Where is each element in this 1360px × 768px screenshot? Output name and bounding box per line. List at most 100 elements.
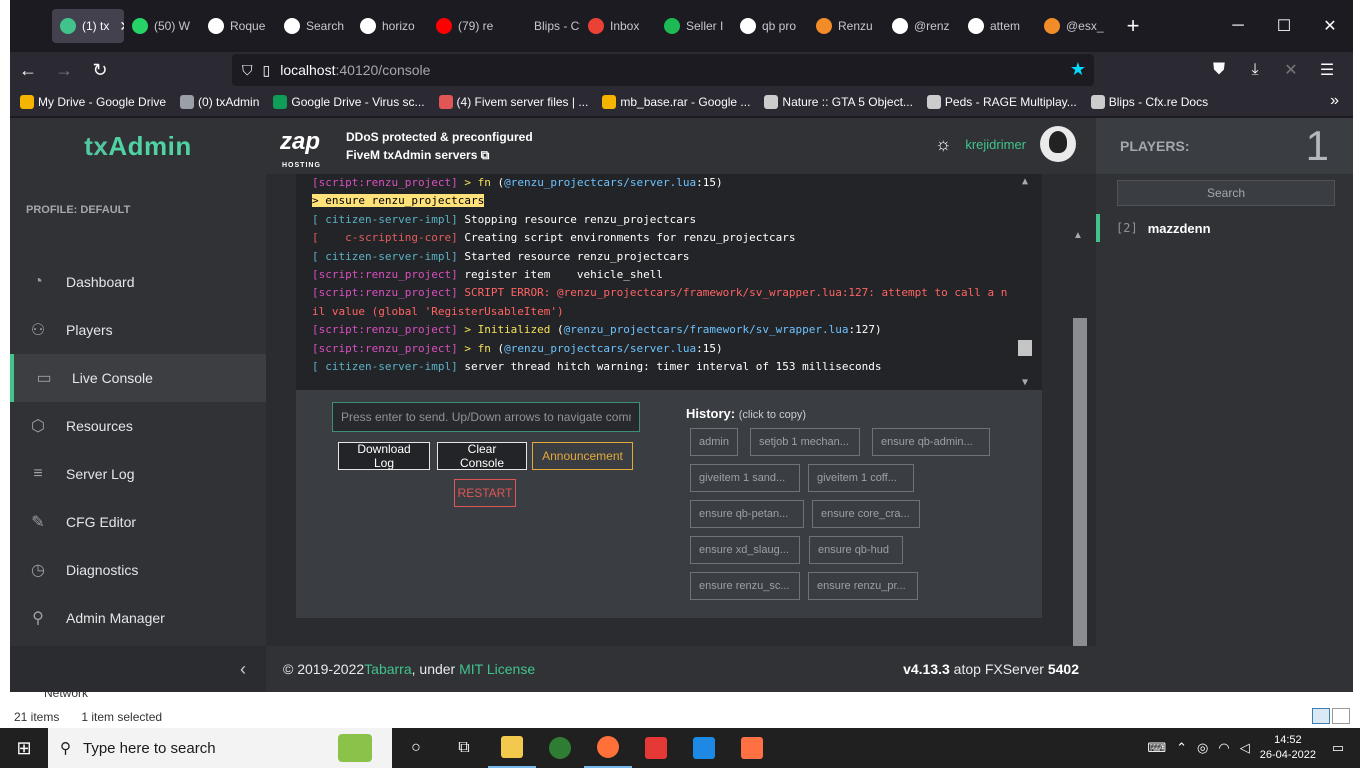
browser-tab[interactable]: attem bbox=[960, 9, 1036, 43]
console-scroll-thumb[interactable] bbox=[1018, 340, 1032, 356]
scroll-down-icon[interactable]: ▼ bbox=[1018, 377, 1032, 388]
menu-icon[interactable]: ☰ bbox=[1309, 52, 1345, 88]
history-item-button[interactable]: ensure xd_slaug... bbox=[690, 536, 800, 564]
browser-tab[interactable]: Roque bbox=[200, 9, 276, 43]
txadmin-logo[interactable]: tx Admin bbox=[10, 118, 266, 174]
history-item-button[interactable]: ensure qb-petan... bbox=[690, 500, 804, 528]
bookmark-star-icon[interactable]: ★ bbox=[1070, 59, 1086, 80]
bookmark-item[interactable]: Blips - Cfx.re Docs bbox=[1090, 95, 1208, 109]
notifications-icon[interactable]: ▭ bbox=[1326, 740, 1350, 756]
username[interactable]: krejidrimer bbox=[965, 137, 1026, 152]
zap-hosting-logo[interactable]: zap HOSTING bbox=[280, 130, 336, 170]
file-explorer-taskbar-icon[interactable] bbox=[488, 728, 536, 768]
bookmark-item[interactable]: (0) txAdmin bbox=[180, 95, 259, 109]
location-icon[interactable]: ◎ bbox=[1197, 740, 1208, 756]
extension-icon[interactable]: ✕ bbox=[1273, 52, 1309, 88]
download-log-button[interactable]: Download Log bbox=[338, 442, 430, 470]
reload-icon[interactable]: ↻ bbox=[82, 52, 118, 88]
tab-favicon-icon bbox=[60, 18, 76, 34]
sidebar-item-server-log[interactable]: ≡ Server Log bbox=[10, 450, 266, 498]
new-tab-icon[interactable]: + bbox=[1118, 13, 1148, 39]
download-icon[interactable]: ⤓ bbox=[1237, 52, 1273, 88]
sidebar-item-dashboard[interactable]: ◔ Dashboard bbox=[10, 258, 266, 306]
volume-icon[interactable]: ◁ bbox=[1240, 740, 1250, 756]
firefox-taskbar-icon[interactable] bbox=[584, 728, 632, 768]
history-item-button[interactable]: ensure qb-hud bbox=[809, 536, 903, 564]
history-item-button[interactable]: ensure renzu_sc... bbox=[690, 572, 800, 600]
browser-tab[interactable]: Blips - Cfx bbox=[504, 9, 580, 43]
cortana-icon[interactable]: ○ bbox=[392, 728, 440, 768]
taskbar-search[interactable]: ⚲ Type here to search bbox=[48, 728, 392, 768]
history-item-button[interactable]: ensure renzu_pr... bbox=[808, 572, 918, 600]
browser-tab[interactable]: Seller I bbox=[656, 9, 732, 43]
browser-tab[interactable]: (79) re bbox=[428, 9, 504, 43]
sidebar-item-live-console[interactable]: ▭ Live Console bbox=[10, 354, 266, 402]
history-item-button[interactable]: giveitem 1 coff... bbox=[808, 464, 914, 492]
announcement-button[interactable]: Announcement bbox=[532, 442, 633, 470]
bookmark-item[interactable]: Peds - RAGE Multiplay... bbox=[926, 95, 1077, 109]
bookmarks-overflow-icon[interactable]: » bbox=[1330, 92, 1339, 110]
browser-tab[interactable]: @renz bbox=[884, 9, 960, 43]
vscode-taskbar-icon[interactable] bbox=[680, 728, 728, 768]
collapse-sidebar-button[interactable]: ‹ bbox=[10, 646, 266, 692]
zap-promo[interactable]: DDoS protected & preconfigured FiveM txA… bbox=[346, 128, 533, 164]
browser-tab[interactable]: @esx_ bbox=[1036, 9, 1112, 43]
browser-tab[interactable]: horizo bbox=[352, 9, 428, 43]
author-link[interactable]: Tabarra bbox=[364, 661, 411, 677]
clear-console-button[interactable]: Clear Console bbox=[437, 442, 527, 470]
back-icon[interactable]: ← bbox=[10, 52, 46, 88]
close-window-icon[interactable]: ✕ bbox=[1307, 0, 1353, 52]
shield-icon[interactable]: ⛉ bbox=[242, 62, 253, 79]
page-scrollbar[interactable]: ▲ ▼ bbox=[1070, 230, 1087, 688]
page-scroll-thumb[interactable] bbox=[1073, 318, 1087, 678]
wifi-icon[interactable]: ◠ bbox=[1218, 740, 1229, 756]
app-a-taskbar-icon[interactable] bbox=[632, 728, 680, 768]
command-input[interactable] bbox=[332, 402, 640, 432]
task-view-icon[interactable]: ⧉ bbox=[440, 728, 488, 768]
history-item-button[interactable]: setjob 1 mechan... bbox=[750, 428, 860, 456]
bookmark-item[interactable]: My Drive - Google Drive bbox=[20, 95, 166, 109]
pocket-icon[interactable]: ⛊ bbox=[1201, 52, 1237, 88]
sidebar-item-cfg-editor[interactable]: ✎ CFG Editor bbox=[10, 498, 266, 546]
browser-tab[interactable]: Search bbox=[276, 9, 352, 43]
minimize-icon[interactable]: ─ bbox=[1215, 0, 1261, 52]
theme-toggle-sun-icon[interactable]: ☼ bbox=[935, 134, 952, 155]
restart-button[interactable]: RESTART bbox=[454, 479, 516, 507]
sidebar-item-diagnostics[interactable]: ◷ Diagnostics bbox=[10, 546, 266, 594]
admin-manager-icon: ⚲ bbox=[32, 610, 44, 627]
browser-tab[interactable]: (50) W bbox=[124, 9, 200, 43]
sidebar-item-admin-manager[interactable]: ⚲ Admin Manager bbox=[10, 594, 266, 642]
sidebar-item-resources[interactable]: ⬡ Resources bbox=[10, 402, 266, 450]
url-bar[interactable]: ⛉ ▯ localhost:40120/console ★ bbox=[232, 54, 1094, 86]
details-view-icon[interactable] bbox=[1312, 708, 1330, 724]
console-scrollbar[interactable]: ▲ ▼ bbox=[1018, 176, 1032, 388]
app-qb-taskbar-icon[interactable] bbox=[728, 728, 776, 768]
browser-tab[interactable]: qb pro bbox=[732, 9, 808, 43]
history-item-button[interactable]: ensure core_cra... bbox=[812, 500, 920, 528]
page-scroll-up-icon[interactable]: ▲ bbox=[1070, 230, 1086, 241]
player-search-input[interactable] bbox=[1117, 180, 1335, 206]
forward-icon[interactable]: → bbox=[46, 52, 82, 88]
windows-start-icon[interactable]: ⊞ bbox=[0, 728, 48, 768]
browser-tab[interactable]: Inbox bbox=[580, 9, 656, 43]
scroll-up-icon[interactable]: ▲ bbox=[1018, 176, 1032, 187]
history-item-button[interactable]: giveitem 1 sand... bbox=[690, 464, 800, 492]
bookmark-item[interactable]: Nature :: GTA 5 Object... bbox=[764, 95, 913, 109]
license-link[interactable]: MIT License bbox=[459, 661, 535, 677]
browser-tab[interactable]: Renzu bbox=[808, 9, 884, 43]
history-item-button[interactable]: ensure qb-admin... bbox=[872, 428, 990, 456]
bookmark-item[interactable]: (4) Fivem server files | ... bbox=[438, 95, 588, 109]
maximize-icon[interactable]: ☐ bbox=[1261, 0, 1307, 52]
keyboard-icon[interactable]: ⌨ bbox=[1147, 740, 1166, 756]
clock[interactable]: 14:52 26-04-2022 bbox=[1260, 733, 1316, 763]
history-item-button[interactable]: admin bbox=[690, 428, 738, 456]
browser-tab[interactable]: (1) tx✕ bbox=[52, 9, 124, 43]
hs-app-taskbar-icon[interactable] bbox=[536, 728, 584, 768]
avatar[interactable] bbox=[1040, 126, 1076, 162]
large-icons-view-icon[interactable] bbox=[1332, 708, 1350, 724]
bookmark-item[interactable]: Google Drive - Virus sc... bbox=[273, 95, 425, 109]
player-row[interactable]: [2] mazzdenn bbox=[1096, 214, 1353, 242]
tray-chevron-icon[interactable]: ⌃ bbox=[1176, 740, 1187, 756]
sidebar-item-players[interactable]: ⚇ Players bbox=[10, 306, 266, 354]
bookmark-item[interactable]: mb_base.rar - Google ... bbox=[602, 95, 750, 109]
